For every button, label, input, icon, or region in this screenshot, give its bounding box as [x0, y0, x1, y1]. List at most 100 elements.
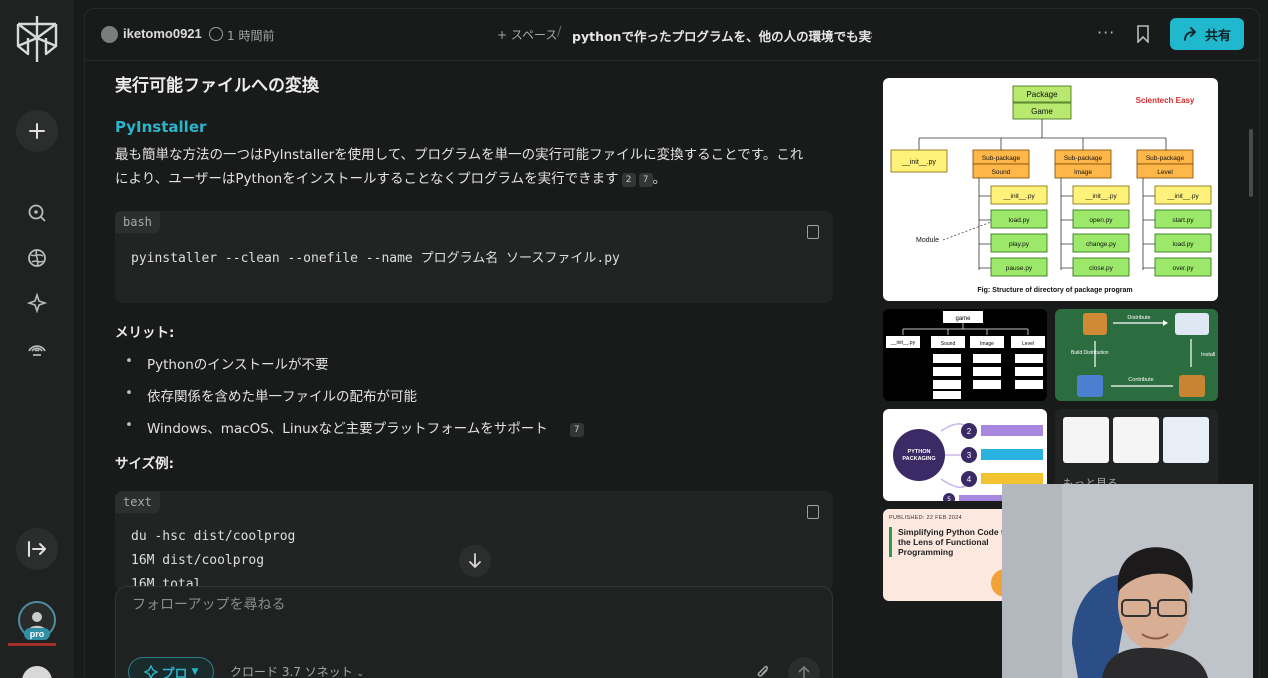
pro-icon: [143, 665, 158, 678]
image-files: __init__.py open.py change.py close.py: [1072, 185, 1130, 277]
add-to-space-link[interactable]: + スペース: [497, 26, 557, 43]
sidebar: pro: [0, 0, 74, 678]
discover-nav-button[interactable]: [22, 198, 52, 228]
broadcast-icon: [28, 345, 46, 356]
citation-badge[interactable]: 7: [638, 173, 653, 187]
scroll-to-bottom-button[interactable]: [459, 545, 491, 577]
share-icon: [1184, 27, 1196, 41]
thumb-preview: [1113, 417, 1159, 463]
paragraph-line: により、ユーザーはPythonをインストールすることなくプログラムを実行できます…: [115, 167, 666, 191]
svg-text:__init__.py: __init__.py: [1166, 193, 1199, 200]
svg-text:Sound: Sound: [992, 169, 1011, 176]
citation-badge[interactable]: 2: [621, 173, 636, 187]
breadcrumb-separator: /: [557, 25, 562, 40]
svg-text:load.py: load.py: [1009, 217, 1031, 224]
code-block: bash pyinstaller --clean --onefile --nam…: [115, 211, 833, 303]
svg-text:load.py: load.py: [1173, 241, 1195, 248]
author-name[interactable]: iketomo0921: [123, 26, 202, 41]
image-package-tree-dark[interactable]: game __init__.py Sound Image Level: [883, 309, 1047, 401]
code-line: 16M dist/coolprog: [131, 553, 265, 568]
svg-text:Sound: Sound: [941, 341, 956, 347]
svg-text:Contribute: Contribute: [1128, 377, 1153, 383]
distribution-diagram: Distribute Install Build Distribution Co…: [1071, 313, 1215, 397]
svg-text:4: 4: [967, 475, 972, 484]
pro-search-toggle[interactable]: プロ ▼: [128, 657, 214, 678]
subpackage-image: Sub-package Image: [1054, 149, 1112, 179]
collapse-sidebar-button[interactable]: [16, 528, 58, 570]
svg-text:PYTHON: PYTHON: [908, 449, 931, 455]
globe-nav-button[interactable]: [22, 243, 52, 273]
plus-icon: [29, 123, 45, 139]
code-language-label: bash: [115, 211, 160, 233]
svg-text:3: 3: [967, 451, 972, 460]
level-files: __init__.py start.py load.py over.py: [1154, 185, 1212, 277]
paragraph-end: 。: [652, 171, 667, 187]
list-item-text: Windows、macOS、Linuxなど主要プラットフォームをサポート: [147, 421, 548, 437]
svg-text:start.py: start.py: [1172, 217, 1194, 224]
svg-text:Build Distribution: Build Distribution: [1071, 350, 1109, 356]
list-item: Windows、macOS、Linuxなど主要プラットフォームをサポート 7: [125, 417, 584, 437]
svg-text:PACKAGING: PACKAGING: [902, 456, 935, 462]
spaces-nav-button[interactable]: [22, 288, 52, 318]
svg-text:2: 2: [967, 427, 972, 436]
chevron-down-icon: ▼: [191, 667, 199, 677]
arrow-right-icon: [28, 541, 46, 557]
paragraph-text: により、ユーザーはPythonをインストールすることなくプログラムを実行できます: [115, 171, 619, 187]
svg-text:Install: Install: [1201, 352, 1215, 358]
section-title: 実行可能ファイルへの変換: [115, 76, 319, 96]
svg-text:Level: Level: [1157, 169, 1173, 176]
paragraph-line: 最も簡単な方法の一つはPyInstallerを使用して、プログラムを単一の実行可…: [115, 147, 804, 163]
game-label: Game: [1031, 107, 1053, 116]
send-button[interactable]: [788, 657, 820, 678]
model-selector[interactable]: クロード 3.7 ソネット ⌄: [230, 663, 364, 678]
bookmark-icon[interactable]: [1136, 25, 1150, 43]
time-ago: 1 時間前: [227, 29, 275, 43]
globe-icon: [28, 249, 46, 267]
arrow-up-icon: [798, 666, 810, 678]
subpackage-level: Sub-package Level: [1136, 149, 1194, 179]
more-options-button[interactable]: ···: [1097, 23, 1115, 42]
scrollbar[interactable]: [1249, 129, 1253, 197]
svg-text:Image: Image: [980, 341, 994, 347]
model-label: クロード 3.7 ソネット: [230, 665, 353, 678]
pro-badge: pro: [24, 628, 50, 640]
author-avatar: [101, 26, 118, 43]
library-nav-button[interactable]: [22, 332, 52, 362]
module-label: Module: [916, 237, 939, 244]
svg-text:game: game: [955, 316, 971, 322]
size-label: サイズ例:: [115, 456, 174, 472]
list-item: Pythonのインストールが不要: [125, 353, 329, 373]
sound-files: __init__.py load.py play.py pause.py: [990, 185, 1048, 277]
init-label: __init__.py: [901, 159, 936, 166]
merits-label: メリット:: [115, 325, 175, 341]
copy-icon[interactable]: [807, 225, 819, 239]
list-item-text: 依存関係を含めた単一ファイルの配布が可能: [147, 389, 417, 405]
follow-up-input[interactable]: [132, 597, 732, 613]
thumb-preview: [1163, 417, 1209, 463]
search-icon: [28, 204, 46, 222]
image-package-structure[interactable]: Package Game Scientech Easy __init__.py …: [883, 78, 1218, 301]
copy-icon[interactable]: [807, 505, 819, 519]
perplexity-logo[interactable]: [14, 14, 60, 64]
chevron-down-icon: ⌄: [356, 669, 365, 678]
subpackage-sound: Sub-package Sound: [972, 149, 1030, 179]
citation-badge[interactable]: 7: [569, 423, 584, 437]
app-window: pro iketomo0921 1 時間前 + スペース / pythonで作っ…: [0, 0, 1268, 678]
clock-icon: [209, 27, 223, 41]
list-item: 依存関係を含めた単一ファイルの配布が可能: [125, 385, 417, 405]
sparkle-icon: [27, 293, 47, 313]
new-thread-button[interactable]: [16, 110, 58, 152]
svg-text:Sub-package: Sub-package: [1146, 155, 1185, 162]
image-python-distribution[interactable]: Distribute Install Build Distribution Co…: [1055, 309, 1218, 401]
svg-text:__init__.py: __init__.py: [1084, 193, 1117, 200]
paperclip-icon[interactable]: [756, 663, 770, 678]
svg-text:over.py: over.py: [1173, 265, 1195, 272]
svg-text:pause.py: pause.py: [1006, 265, 1033, 272]
tree-diagram: game __init__.py Sound Image Level: [886, 311, 1045, 399]
svg-text:change.py: change.py: [1086, 241, 1117, 248]
share-button[interactable]: 共有: [1170, 18, 1244, 50]
account-button[interactable]: [22, 666, 52, 678]
svg-text:Distribute: Distribute: [1127, 315, 1150, 321]
svg-text:__init__.py: __init__.py: [1002, 193, 1035, 200]
diagram-caption: Fig: Structure of directory of package p…: [977, 287, 1132, 294]
